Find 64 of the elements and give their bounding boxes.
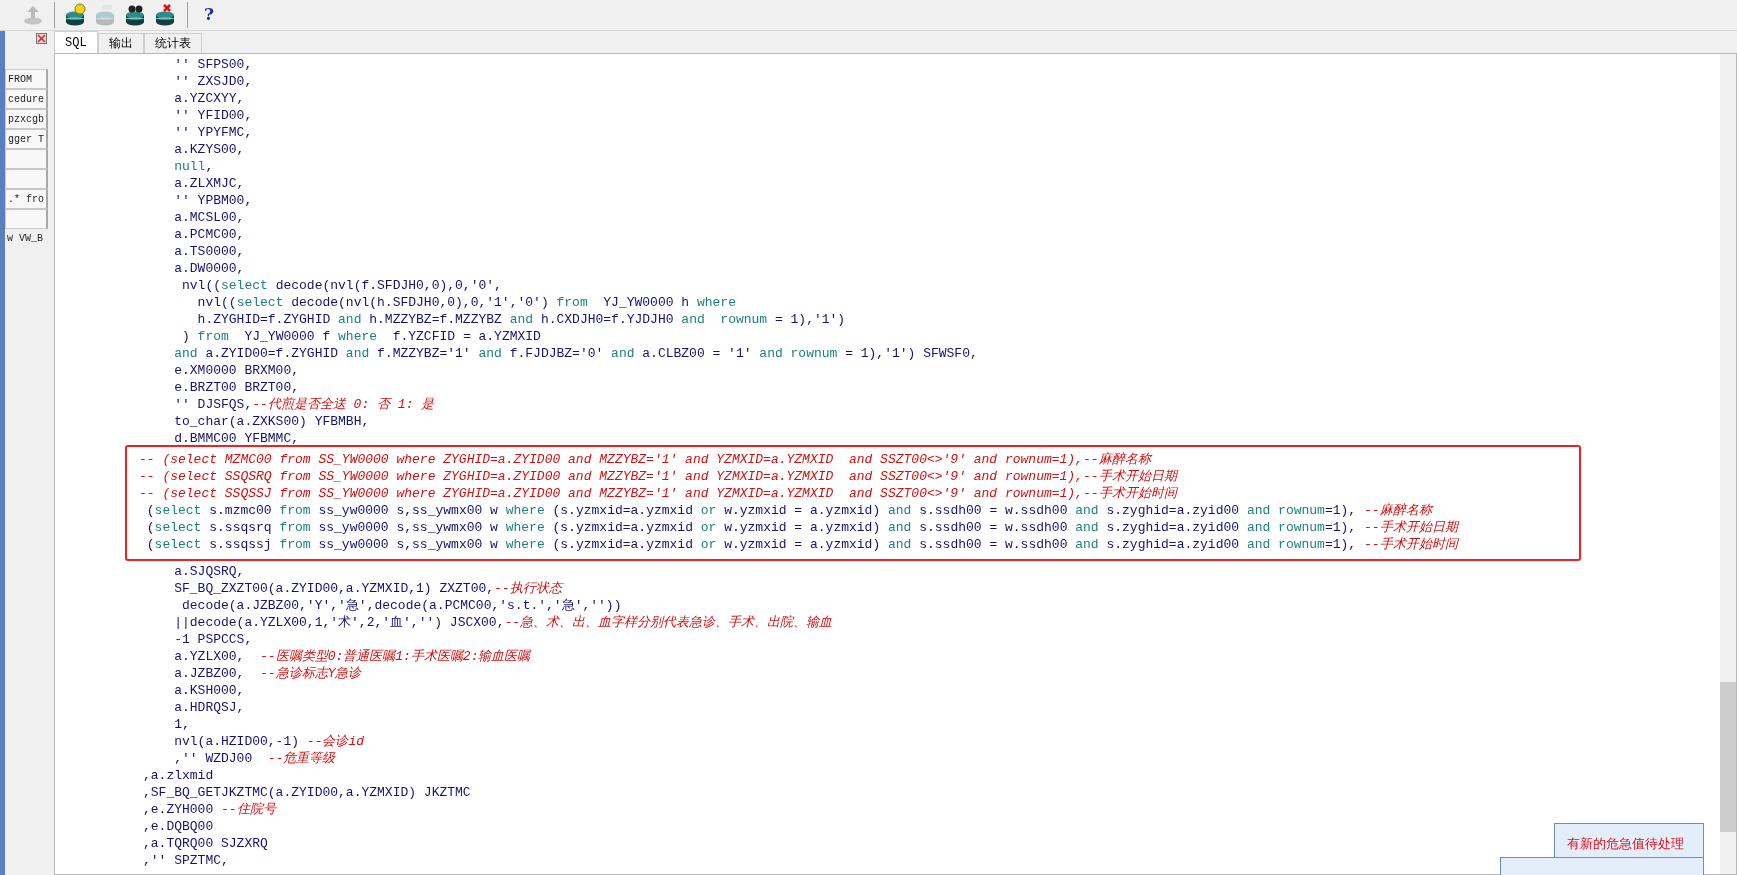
code-line: ,e.DQBQ00: [143, 818, 214, 835]
code-line: a.MCSL00,: [173, 209, 245, 226]
code-line: '' YPYFMC,: [173, 124, 253, 141]
code-line: a.DW0000,: [173, 260, 245, 277]
code-line: a.PCMC00,: [173, 226, 245, 243]
code-line: '' YFID00,: [173, 107, 253, 124]
code-line: a.YZLX00, --医嘱类型0:普通医嘱1:手术医嘱2:输血医嘱: [173, 648, 531, 665]
help-button[interactable]: ?: [194, 1, 224, 29]
code-line: decode(a.JZBZ00,'Y','急',decode(a.PCMC00,'s.t.','急','')): [181, 597, 622, 614]
code-line: (select s.ssqssj from ss_yw0000 s,ss_ywmx00 w where (s.yzmxid=a.yzmxid or w.yzmxid = a.yzmxid) and s.ssdh00 = w.ssdh00 and s.zyghid=a.zyid00 and rownum=1), --手术开始时间: [145, 536, 1458, 553]
code-line: '' ZXSJD0,: [173, 73, 253, 90]
code-line: e.BRZT00 BRZT00,: [173, 379, 300, 396]
tab[interactable]: SQL: [54, 31, 98, 53]
code-line: -- (select SSQSRQ from SS_YW0000 where ZYGHID=a.ZYID00 and MZZYBZ='1' and YZMXID=a.YZMXID and SSZT00<>'9' and rownum=1),--手术开始日期: [139, 468, 1177, 485]
panel-tab[interactable]: FROM: [5, 69, 48, 89]
code-line: a.JZBZ00, --急诊标志Y急诊: [173, 665, 362, 682]
panel-tab[interactable]: pzxcgb: [5, 109, 48, 129]
code-line: a.HDRQSJ,: [173, 699, 245, 716]
code-line: ,SF_BQ_GETJKZTMC(a.ZYID00,a.YZMXID) JKZTMC: [143, 784, 471, 801]
code-line: a.TS0000,: [173, 243, 245, 260]
code-line: e.XM0000 BRXM00,: [173, 362, 300, 379]
close-icon[interactable]: [36, 33, 47, 44]
code-line: h.ZYGHID=f.ZYGHID and h.MZZYBZ=f.MZZYBZ and h.CXDJH0=f.YJDJH0 and rownum = 1),'1'): [196, 311, 846, 328]
code-line: a.ZLXMJC,: [173, 175, 245, 192]
code-line: -- (select SSQSSJ from SS_YW0000 where ZYGHID=a.ZYID00 and MZZYBZ='1' and YZMXID=a.YZMXID and SSZT00<>'9' and rownum=1),--手术开始时间: [139, 485, 1177, 502]
code-line: 1,: [173, 716, 190, 733]
code-line: to_char(a.ZXKS00) YFBMBH,: [173, 413, 370, 430]
scrollbar[interactable]: [1720, 54, 1736, 874]
code-line: nvl((select decode(nvl(h.SFDJH0,0),0,'1','0') from YJ_YW0000 h where: [196, 294, 736, 311]
code-line: d.BMMC00 YFBMMC,: [173, 430, 300, 447]
tab[interactable]: 输出: [97, 33, 144, 53]
code-line: a.KSH000,: [173, 682, 245, 699]
code-line: a.YZCXYY,: [173, 90, 245, 107]
code-line: -1 PSPCCS,: [173, 631, 253, 648]
code-line: null,: [173, 158, 214, 175]
code-line: ,e.ZYH000 --住院号: [143, 801, 276, 818]
panel-label[interactable]: w VW_B: [5, 229, 48, 249]
code-line: nvl((select decode(nvl(f.SFDJH0,0),0,'0',: [181, 277, 502, 294]
code-line: -- (select MZMC00 from SS_YW0000 where ZYGHID=a.ZYID00 and MZZYBZ='1' and YZMXID=a.YZMXID and SSZT00<>'9' and rownum=1),--麻醉名称: [139, 451, 1151, 468]
panel-tab[interactable]: gger T: [5, 129, 48, 149]
panel-tab[interactable]: [5, 209, 48, 229]
code-line: a.KZYS00,: [173, 141, 245, 158]
code-line: ,a.zlxmid: [143, 767, 214, 784]
scroll-thumb[interactable]: [1720, 682, 1736, 832]
code-line: (select s.mzmc00 from ss_yw0000 s,ss_ywmx00 w where (s.yzmxid=a.yzmxid or w.yzmxid = a.yzmxid) and s.ssdh00 = w.ssdh00 and s.zyghid=a.zyid00 and rownum=1), --麻醉名称: [145, 502, 1432, 519]
code-line: (select s.ssqsrq from ss_yw0000 s,ss_ywmx00 w where (s.yzmxid=a.yzmxid or w.yzmxid = a.yzmxid) and s.ssdh00 = w.ssdh00 and s.zyghid=a.zyid00 and rownum=1), --手术开始日期: [145, 519, 1458, 536]
code-line: and a.ZYID00=f.ZYGHID and f.MZZYBZ='1' and f.FJDJBZ='0' and a.CLBZ00 = '1' and rownum = 1),'1') SFWSF0,: [173, 345, 978, 362]
code-line: '' DJSFQS,--代煎是否全送 0: 否 1: 是: [173, 396, 435, 413]
code-line: '' YPBM00,: [173, 192, 253, 209]
panel-tab[interactable]: cedure: [5, 89, 48, 109]
code-line: ,a.TQRQ00 SJZXRQ: [143, 835, 268, 852]
code-line: a.SJQSRQ,: [173, 563, 245, 580]
panel-tab[interactable]: .* fro: [5, 189, 48, 209]
code-line: SF_BQ_ZXZT00(a.ZYID00,a.YZMXID,1) ZXZT00,--执行状态: [173, 580, 562, 597]
panel-tab[interactable]: [5, 149, 48, 169]
code-line: ,'' SPZTMC,: [143, 852, 229, 869]
code-line: ) from YJ_YW0000 f where f.YZCFID = a.YZMXID: [181, 328, 541, 345]
code-line: ,'' WZDJ00 --危重等级: [173, 750, 336, 767]
tab[interactable]: 统计表: [143, 33, 202, 53]
code-editor[interactable]: [54, 53, 1737, 875]
code-line: '' SFPS00,: [173, 56, 253, 73]
panel-tab[interactable]: [5, 169, 48, 189]
code-line: nvl(a.HZID00,-1) --会诊id: [173, 733, 365, 750]
code-line: ||decode(a.YZLX00,1,'术',2,'血','') JSCX00,--急、术、出、血字样分别代表急诊、手术、出院、输血: [173, 614, 833, 631]
